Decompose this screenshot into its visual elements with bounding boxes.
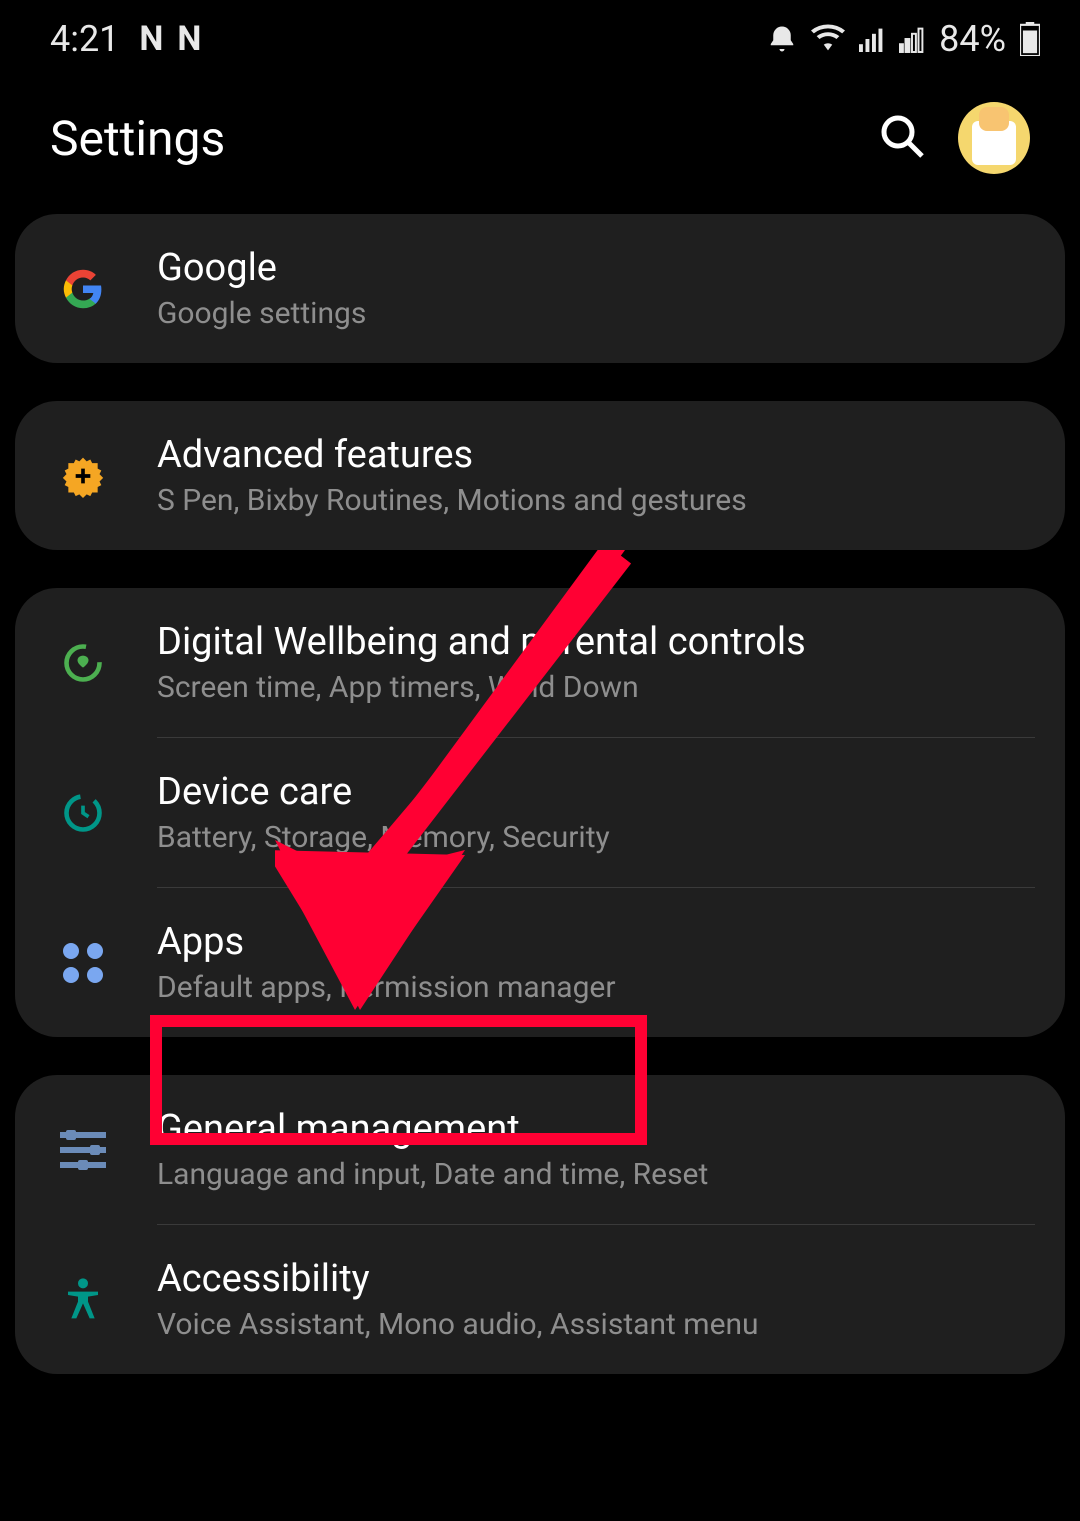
item-subtitle: Google settings — [157, 296, 1035, 331]
settings-group: General management Language and input, D… — [15, 1075, 1065, 1374]
item-title: Advanced features — [157, 433, 1035, 477]
sliders-icon — [45, 1127, 121, 1173]
settings-item-accessibility[interactable]: Accessibility Voice Assistant, Mono audi… — [15, 1225, 1065, 1374]
settings-item-general-management[interactable]: General management Language and input, D… — [15, 1075, 1065, 1224]
item-title: Google — [157, 246, 1035, 290]
settings-item-digital-wellbeing[interactable]: Digital Wellbeing and parental controls … — [15, 588, 1065, 737]
google-icon — [45, 266, 121, 312]
header-actions — [878, 102, 1030, 174]
page-header: Settings — [0, 72, 1080, 214]
item-subtitle: S Pen, Bixby Routines, Motions and gestu… — [157, 483, 1035, 518]
status-app-indicators: N N — [139, 19, 205, 59]
settings-group: Google Google settings — [15, 214, 1065, 363]
device-care-icon — [45, 790, 121, 836]
item-subtitle: Language and input, Date and time, Reset — [157, 1157, 1035, 1192]
alarm-icon — [767, 24, 797, 54]
item-text: Digital Wellbeing and parental controls … — [157, 620, 1035, 705]
settings-group: Advanced features S Pen, Bixby Routines,… — [15, 401, 1065, 550]
status-bar: 4:21 N N 84% — [0, 0, 1080, 72]
settings-item-apps[interactable]: Apps Default apps, Permission manager — [15, 888, 1065, 1037]
profile-avatar[interactable] — [958, 102, 1030, 174]
item-text: General management Language and input, D… — [157, 1107, 1035, 1192]
status-bar-left: 4:21 N N — [50, 18, 205, 60]
item-text: Device care Battery, Storage, Memory, Se… — [157, 770, 1035, 855]
app-indicator-n-icon: N — [139, 19, 167, 59]
status-bar-right: 84% — [767, 18, 1040, 60]
item-title: Apps — [157, 920, 1035, 964]
item-text: Advanced features S Pen, Bixby Routines,… — [157, 433, 1035, 518]
item-subtitle: Screen time, App timers, Wind Down — [157, 670, 1035, 705]
wifi-icon — [811, 24, 845, 54]
avatar-character-icon — [972, 121, 1016, 165]
settings-item-google[interactable]: Google Google settings — [15, 214, 1065, 363]
battery-icon — [1020, 22, 1040, 56]
search-icon[interactable] — [878, 112, 926, 164]
item-subtitle: Battery, Storage, Memory, Security — [157, 820, 1035, 855]
settings-item-advanced-features[interactable]: Advanced features S Pen, Bixby Routines,… — [15, 401, 1065, 550]
item-text: Google Google settings — [157, 246, 1035, 331]
gear-plus-icon — [45, 453, 121, 499]
item-subtitle: Default apps, Permission manager — [157, 970, 1035, 1005]
apps-icon — [45, 940, 121, 986]
item-title: Accessibility — [157, 1257, 1035, 1301]
settings-group: Digital Wellbeing and parental controls … — [15, 588, 1065, 1037]
page-title: Settings — [50, 110, 225, 167]
item-title: Digital Wellbeing and parental controls — [157, 620, 1035, 664]
wellbeing-icon — [45, 640, 121, 686]
person-icon — [45, 1277, 121, 1323]
item-title: General management — [157, 1107, 1035, 1151]
signal-icon — [859, 25, 885, 53]
settings-list: Google Google settings Advanced features… — [0, 214, 1080, 1374]
item-text: Accessibility Voice Assistant, Mono audi… — [157, 1257, 1035, 1342]
battery-percentage: 84% — [939, 18, 1006, 60]
signal-sim2-icon — [899, 25, 925, 53]
item-subtitle: Voice Assistant, Mono audio, Assistant m… — [157, 1307, 1035, 1342]
item-text: Apps Default apps, Permission manager — [157, 920, 1035, 1005]
settings-item-device-care[interactable]: Device care Battery, Storage, Memory, Se… — [15, 738, 1065, 887]
item-title: Device care — [157, 770, 1035, 814]
status-time: 4:21 — [50, 18, 119, 60]
app-indicator-n-icon: N — [177, 19, 205, 59]
